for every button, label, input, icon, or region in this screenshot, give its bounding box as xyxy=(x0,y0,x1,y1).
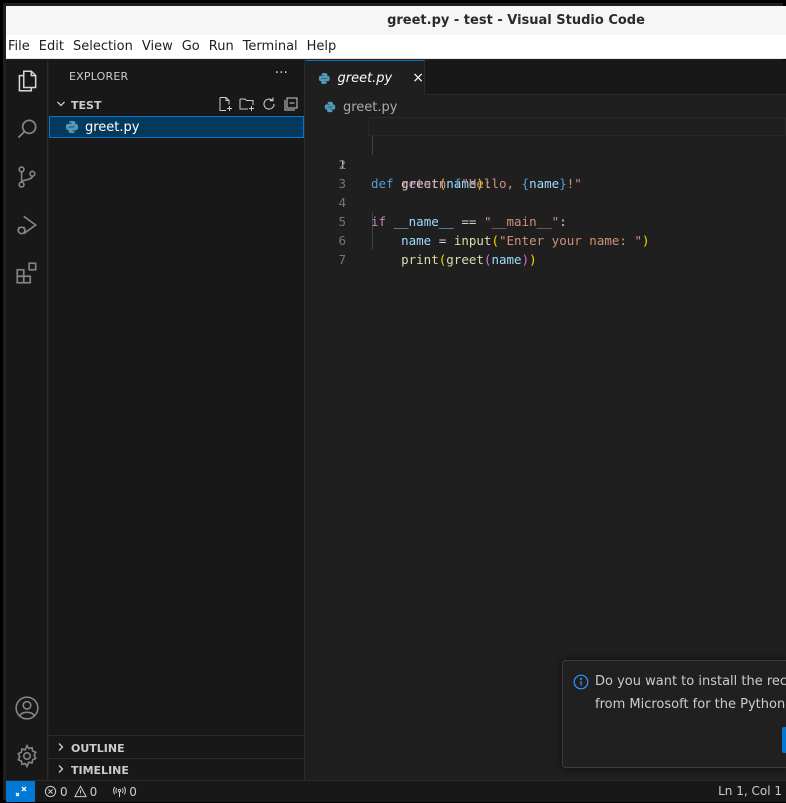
menu-file[interactable]: File xyxy=(6,35,34,59)
menu-run[interactable]: Run xyxy=(205,35,238,59)
notification-message-line2: from Microsoft for the Python la xyxy=(595,697,786,712)
warning-count: 0 xyxy=(89,784,98,799)
status-bar: 0 0 0 Ln 1, Col 1 xyxy=(6,780,786,802)
window-frame: greet.py - test - Visual Studio Code Fil… xyxy=(0,0,786,803)
search-icon[interactable] xyxy=(6,108,48,150)
file-name: greet.py xyxy=(85,119,140,135)
folder-actions xyxy=(217,94,299,116)
timeline-label: TIMELINE xyxy=(71,763,129,777)
outline-label: OUTLINE xyxy=(71,741,125,755)
error-icon xyxy=(44,785,57,798)
refresh-icon[interactable] xyxy=(261,96,277,115)
breadcrumb[interactable]: greet.py xyxy=(324,97,397,117)
activity-bar xyxy=(6,60,48,780)
notification-message-line1: Do you want to install the recom xyxy=(595,674,786,689)
code-line: 1 def greet(name): xyxy=(306,117,786,191)
menu-edit[interactable]: Edit xyxy=(35,35,68,59)
code-line: 6 print(greet(name)) xyxy=(306,212,786,267)
section-divider xyxy=(49,735,305,736)
extensions-icon[interactable] xyxy=(6,252,48,294)
menu-go[interactable]: Go xyxy=(178,35,204,59)
editor-tabs: greet.py × xyxy=(306,60,786,95)
editor-area: greet.py × greet.py 1 def greet(name): 2… xyxy=(306,60,786,780)
info-icon xyxy=(573,674,589,690)
new-file-icon[interactable] xyxy=(217,96,233,115)
remote-indicator[interactable] xyxy=(6,781,35,802)
code-editor[interactable]: 1 def greet(name): 2 return f"Hello, {na… xyxy=(306,117,786,267)
error-count: 0 xyxy=(60,784,68,799)
breadcrumb-file: greet.py xyxy=(343,99,398,115)
code-line: 3 xyxy=(306,155,786,191)
line-number: 7 xyxy=(338,252,346,267)
new-folder-icon[interactable] xyxy=(239,96,255,115)
tab-label: greet.py xyxy=(337,70,393,86)
python-file-icon xyxy=(318,72,330,84)
tab-greet-py[interactable]: greet.py × xyxy=(306,60,425,95)
run-debug-icon[interactable] xyxy=(6,204,48,246)
file-item-greet-py[interactable]: greet.py xyxy=(49,116,304,138)
title-bar: greet.py - test - Visual Studio Code xyxy=(6,6,786,35)
files-icon[interactable] xyxy=(6,60,48,102)
broadcast-icon xyxy=(113,786,127,798)
window-title: greet.py - test - Visual Studio Code xyxy=(387,13,645,28)
notification-toast[interactable]: Do you want to install the recom from Mi… xyxy=(562,660,786,768)
settings-gear-icon[interactable] xyxy=(6,735,48,777)
cursor-position[interactable]: Ln 1, Col 1 xyxy=(718,784,782,798)
explorer-sidebar: EXPLORER ··· TEST greet.py OUTLINE TIMEL… xyxy=(49,60,305,780)
explorer-title: EXPLORER xyxy=(69,70,129,83)
python-file-icon xyxy=(324,101,336,113)
code-line: 5 name = input("Enter your name: ") xyxy=(306,193,786,248)
code-line: 7 xyxy=(306,231,786,267)
menu-bar: File Edit Selection View Go Run Terminal… xyxy=(6,35,786,59)
collapse-all-icon[interactable] xyxy=(283,96,299,115)
folder-section-test[interactable]: TEST xyxy=(49,94,305,116)
source-control-icon[interactable] xyxy=(6,156,48,198)
problems-indicator[interactable]: 0 0 xyxy=(44,785,97,799)
menu-help[interactable]: Help xyxy=(303,35,341,59)
current-line-highlight xyxy=(368,117,786,136)
account-icon[interactable] xyxy=(6,687,48,729)
chevron-down-icon xyxy=(53,99,69,112)
code-line: 2 return f"Hello, {name}!" xyxy=(306,136,786,191)
install-button[interactable] xyxy=(782,727,786,753)
code-line: 4 if __name__ == "__main__": xyxy=(306,174,786,229)
folder-name: TEST xyxy=(71,98,102,112)
chevron-right-icon xyxy=(53,742,69,755)
menu-selection[interactable]: Selection xyxy=(69,35,137,59)
ports-count: 0 xyxy=(129,784,137,799)
code-text: print(greet(name)) xyxy=(401,252,537,267)
close-icon[interactable]: × xyxy=(412,70,424,86)
chevron-right-icon xyxy=(53,764,69,777)
more-actions-button[interactable]: ··· xyxy=(275,65,288,81)
outline-section[interactable]: OUTLINE xyxy=(49,737,305,759)
warning-icon xyxy=(73,785,87,798)
remote-icon xyxy=(15,786,26,796)
menu-view[interactable]: View xyxy=(138,35,177,59)
ports-indicator[interactable]: 0 xyxy=(113,785,137,799)
menu-terminal[interactable]: Terminal xyxy=(239,35,302,59)
timeline-section[interactable]: TIMELINE xyxy=(49,759,305,781)
python-file-icon xyxy=(65,120,79,134)
